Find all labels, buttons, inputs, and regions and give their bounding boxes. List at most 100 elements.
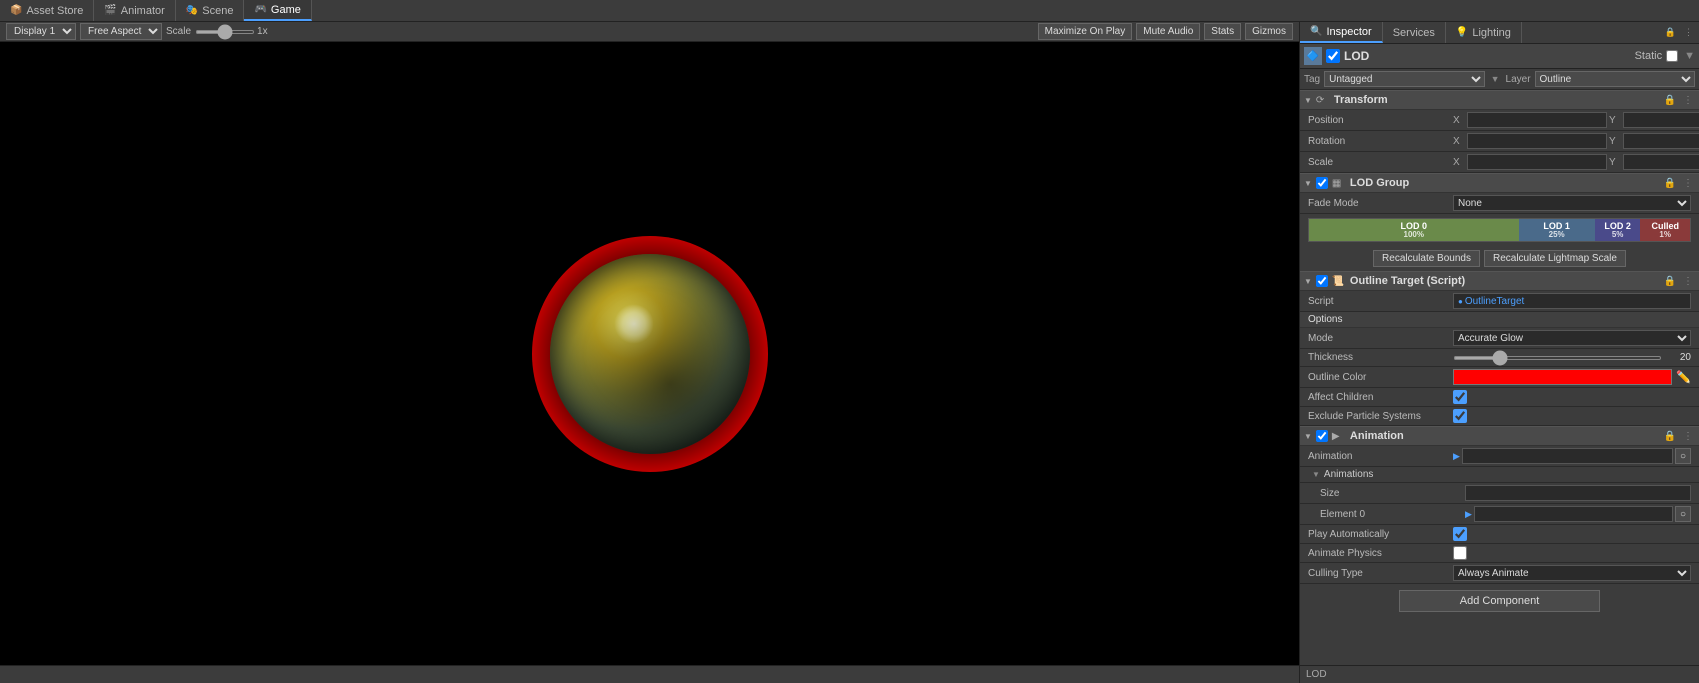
maximize-on-play-btn[interactable]: Maximize On Play xyxy=(1038,23,1133,40)
lod-group-more-icon[interactable]: ⋮ xyxy=(1681,178,1695,189)
lod-bars: LOD 0 100% LOD 1 25% LOD 2 5% Culled 1% xyxy=(1308,218,1691,242)
play-auto-row: Play Automatically xyxy=(1300,525,1699,544)
outline-target-section-header[interactable]: ▼ 📜 Outline Target (Script) 🔒 ⋮ xyxy=(1300,271,1699,291)
mode-row: Mode Accurate Glow xyxy=(1300,328,1699,349)
animate-physics-row: Animate Physics xyxy=(1300,544,1699,563)
outline-target-more-icon[interactable]: ⋮ xyxy=(1681,276,1695,287)
recalculate-lightmap-btn[interactable]: Recalculate Lightmap Scale xyxy=(1484,250,1626,267)
pos-x-input[interactable]: 0 xyxy=(1467,112,1607,128)
animation-clip-pick-btn[interactable]: ○ xyxy=(1675,448,1691,464)
animations-sub-section: ▼ Animations xyxy=(1300,467,1699,483)
lod-culled-bar[interactable]: Culled 1% xyxy=(1640,219,1690,241)
stats-btn[interactable]: Stats xyxy=(1204,23,1241,40)
thickness-slider[interactable] xyxy=(1453,356,1662,360)
exclude-particles-checkbox[interactable] xyxy=(1453,409,1467,423)
inspector-lock-icon[interactable]: 🔒 xyxy=(1663,27,1678,38)
pos-y-input[interactable]: 0 xyxy=(1623,112,1699,128)
lod-group-icon: ▦ xyxy=(1332,176,1346,190)
scale-x-input[interactable]: 1 xyxy=(1467,154,1607,170)
tab-animator[interactable]: 🎬 Animator xyxy=(94,0,175,21)
object-icon: 🔷 xyxy=(1307,51,1319,62)
lod-group-lock-icon[interactable]: 🔒 xyxy=(1662,178,1678,189)
mute-audio-btn[interactable]: Mute Audio xyxy=(1136,23,1200,40)
affect-children-value xyxy=(1453,390,1691,404)
anim-element0-pick-btn[interactable]: ○ xyxy=(1675,506,1691,522)
position-label: Position xyxy=(1308,115,1453,126)
lod-group-section-header[interactable]: ▼ ▦ LOD Group 🔒 ⋮ xyxy=(1300,173,1699,193)
lod-group-active-checkbox[interactable] xyxy=(1316,177,1328,189)
object-active-checkbox[interactable] xyxy=(1326,49,1340,63)
mode-value: Accurate Glow xyxy=(1453,330,1691,346)
animation-icon: ▶ xyxy=(1332,429,1346,443)
tab-inspector[interactable]: 🔍 Inspector xyxy=(1300,22,1383,43)
animation-section-header[interactable]: ▼ ▶ Animation 🔒 ⋮ xyxy=(1300,426,1699,446)
animate-physics-checkbox[interactable] xyxy=(1453,546,1467,560)
gizmos-btn[interactable]: Gizmos xyxy=(1245,23,1293,40)
static-checkbox[interactable] xyxy=(1666,50,1678,62)
mode-select[interactable]: Accurate Glow xyxy=(1453,330,1691,346)
rot-x-input[interactable]: 0 xyxy=(1467,133,1607,149)
transform-lock-icon[interactable]: 🔒 xyxy=(1662,95,1678,106)
aspect-select[interactable]: Free Aspect xyxy=(80,23,162,40)
tab-services[interactable]: Services xyxy=(1383,22,1446,43)
inspector-panel: 🔍 Inspector Services 💡 Lighting 🔒 ⋮ 🔷 xyxy=(1299,22,1699,683)
outline-target-active-checkbox[interactable] xyxy=(1316,275,1328,287)
scale-prop-label: Scale xyxy=(1308,157,1453,168)
main-tab-bar: 📦 Asset Store 🎬 Animator 🎭 Scene 🎮 Game xyxy=(0,0,1699,22)
play-auto-checkbox[interactable] xyxy=(1453,527,1467,541)
outline-target-lock-icon[interactable]: 🔒 xyxy=(1662,276,1678,287)
inspector-status-bar: LOD xyxy=(1300,665,1699,683)
transform-more-icon[interactable]: ⋮ xyxy=(1681,95,1695,106)
anim-elem-icon: ▶ xyxy=(1465,509,1472,520)
affect-children-checkbox[interactable] xyxy=(1453,390,1467,404)
scale-y-input[interactable]: 1 xyxy=(1623,154,1699,170)
animation-lock-icon[interactable]: 🔒 xyxy=(1662,431,1678,442)
transform-section-header[interactable]: ▼ ⟳ Transform 🔒 ⋮ xyxy=(1300,90,1699,110)
inspector-more-icon[interactable]: ⋮ xyxy=(1682,27,1695,38)
script-value-box[interactable]: ● OutlineTarget xyxy=(1453,293,1691,309)
anim-size-row: Size 1 xyxy=(1300,483,1699,504)
recalculate-bounds-btn[interactable]: Recalculate Bounds xyxy=(1373,250,1480,267)
main-area: Display 1 Free Aspect Scale 1x Maximize … xyxy=(0,22,1699,683)
affect-children-label: Affect Children xyxy=(1308,392,1453,403)
options-section-label: Options xyxy=(1300,312,1699,328)
inspector-overflow-icon[interactable]: ▼ xyxy=(1684,50,1695,62)
transform-title: Transform xyxy=(1334,94,1662,106)
fade-mode-select[interactable]: None xyxy=(1453,195,1691,211)
display-select[interactable]: Display 1 xyxy=(6,23,76,40)
add-component-btn[interactable]: Add Component xyxy=(1399,590,1601,612)
outline-color-swatch[interactable] xyxy=(1453,369,1672,385)
culling-type-select[interactable]: Always Animate xyxy=(1453,565,1691,581)
lighting-icon: 💡 xyxy=(1456,27,1468,38)
tab-game[interactable]: 🎮 Game xyxy=(244,0,311,21)
lod0-bar[interactable]: LOD 0 100% xyxy=(1309,219,1519,241)
scale-row: Scale X 1 Y 1 Z 1 xyxy=(1300,152,1699,173)
outline-color-value: ✏️ xyxy=(1453,369,1691,385)
scale-slider[interactable] xyxy=(195,30,255,34)
inspector-body: 🔷 LOD Static ▼ Tag Untagged ▼ Layer Outl… xyxy=(1300,44,1699,665)
animation-more-icon[interactable]: ⋮ xyxy=(1681,431,1695,442)
tag-select[interactable]: Untagged xyxy=(1324,71,1484,87)
outline-color-row: Outline Color ✏️ xyxy=(1300,367,1699,388)
tab-asset-store[interactable]: 📦 Asset Store xyxy=(0,0,94,21)
tag-layer-row: Tag Untagged ▼ Layer Outline xyxy=(1300,69,1699,90)
tab-scene[interactable]: 🎭 Scene xyxy=(176,0,245,21)
rot-y-input[interactable]: 0 xyxy=(1623,133,1699,149)
tab-lighting[interactable]: 💡 Lighting xyxy=(1446,22,1522,43)
lod1-bar[interactable]: LOD 1 25% xyxy=(1519,219,1595,241)
anim-element0-input[interactable]: lod anim xyxy=(1474,506,1673,522)
game-viewport: Display 1 Free Aspect Scale 1x Maximize … xyxy=(0,22,1299,683)
animation-active-checkbox[interactable] xyxy=(1316,430,1328,442)
animations-sub-triangle-icon: ▼ xyxy=(1312,470,1320,479)
lod2-bar[interactable]: LOD 2 5% xyxy=(1595,219,1641,241)
mode-label: Mode xyxy=(1308,333,1453,344)
viewport-bottom-bar xyxy=(0,665,1299,683)
rotation-row: Rotation X 0 Y 0 Z 0 xyxy=(1300,131,1699,152)
color-picker-icon[interactable]: ✏️ xyxy=(1676,370,1691,384)
anim-size-input[interactable]: 1 xyxy=(1465,485,1691,501)
script-name: OutlineTarget xyxy=(1465,296,1524,307)
rotation-label: Rotation xyxy=(1308,136,1453,147)
animation-clip-input[interactable]: lod anim xyxy=(1462,448,1673,464)
fade-mode-row: Fade Mode None xyxy=(1300,193,1699,214)
layer-select[interactable]: Outline xyxy=(1535,71,1695,87)
